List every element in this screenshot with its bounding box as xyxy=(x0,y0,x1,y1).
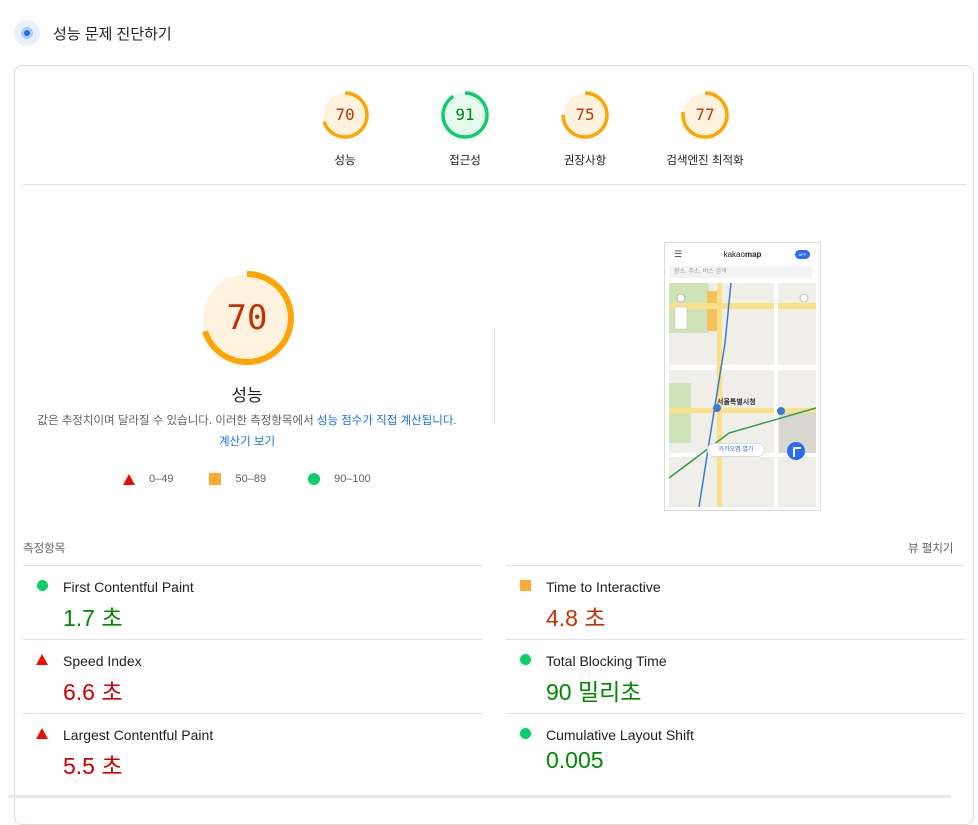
lighthouse-icon xyxy=(14,20,40,46)
score-calculation-link[interactable]: 성능 점수가 직접 계산됩니다 xyxy=(317,415,454,427)
metric-value: 90 밀리초 xyxy=(546,679,642,705)
metric-speed-index: Speed Index 6.6 초 xyxy=(23,639,482,713)
metric-lcp: Largest Contentful Paint 5.5 초 xyxy=(23,713,482,787)
gauge-score: 91 xyxy=(455,105,475,124)
metric-name: Cumulative Layout Shift xyxy=(546,727,694,743)
gauge-ring: 77 xyxy=(680,90,730,140)
calculator-link[interactable]: 계산기 보기 xyxy=(219,436,275,448)
metric-name: Total Blocking Time xyxy=(546,653,667,669)
section-header: 성능 문제 진단하기 xyxy=(14,19,172,47)
gauge-label: 접근성 xyxy=(449,155,481,167)
vertical-divider xyxy=(494,328,495,424)
legend-pass-label: 90–100 xyxy=(334,473,371,485)
gauge-label: 권장사항 xyxy=(563,155,607,167)
metric-tbt: Total Blocking Time 90 밀리초 xyxy=(506,639,965,713)
gauge-label: 검색엔진 최적화 xyxy=(666,155,744,167)
metric-value: 1.7 초 xyxy=(63,605,123,631)
open-app-button: 카카오맵 열기 xyxy=(707,443,765,457)
expand-view-button[interactable]: 뷰 펼치기 xyxy=(908,540,954,556)
page-screenshot[interactable]: ☰ kakaomap APP 장소, 주소, 버스 검색 서울특별시청 카카오맵… xyxy=(664,242,821,511)
metrics-column-left: First Contentful Paint 1.7 초 Speed Index… xyxy=(23,565,482,787)
gauge-ring: 70 xyxy=(320,90,370,140)
metrics-title: 측정항목 xyxy=(23,543,66,555)
pass-circle-icon xyxy=(520,728,531,739)
pass-circle-icon xyxy=(37,580,48,591)
performance-gauge: 70 xyxy=(199,270,295,366)
gauge-seo[interactable]: 77 검색엔진 최적화 xyxy=(645,90,765,168)
circle-icon xyxy=(308,473,321,485)
description-period: . xyxy=(453,415,457,427)
map-label: 서울특별시청 xyxy=(717,399,756,406)
metrics-column-right: Time to Interactive 4.8 초 Total Blocking… xyxy=(506,565,965,787)
section-title: 성능 문제 진단하기 xyxy=(53,25,172,43)
gauge-ring: 75 xyxy=(560,90,610,140)
metric-tti: Time to Interactive 4.8 초 xyxy=(506,565,965,639)
metric-value: 5.5 초 xyxy=(63,753,123,779)
gauge-score: 70 xyxy=(335,105,355,124)
route-icon xyxy=(787,442,805,460)
metric-name: Time to Interactive xyxy=(546,579,661,595)
gauge-ring: 91 xyxy=(440,90,490,140)
metric-name: First Contentful Paint xyxy=(63,579,194,595)
metric-value: 6.6 초 xyxy=(63,679,123,705)
app-badge: APP xyxy=(795,250,810,259)
fail-triangle-icon xyxy=(36,728,48,739)
metric-value: 4.8 초 xyxy=(546,605,606,631)
legend-average: 50–89 xyxy=(209,473,266,485)
divider xyxy=(23,184,966,185)
pass-circle-icon xyxy=(520,654,531,665)
metric-name: Speed Index xyxy=(63,653,142,669)
score-gauges: 70 성능 91 접근성 75 권장사항 77 검색엔진 최적화 xyxy=(285,90,765,168)
fail-triangle-icon xyxy=(36,654,48,665)
gauge-label: 성능 xyxy=(334,155,356,167)
metric-name: Largest Contentful Paint xyxy=(63,727,214,743)
legend-average-label: 50–89 xyxy=(235,473,267,485)
legend-pass: 90–100 xyxy=(308,473,371,485)
square-icon xyxy=(209,473,222,485)
description-text: 값은 추정치이며 달라질 수 있습니다. 이러한 측정항목에서 xyxy=(37,415,317,427)
gauge-score: 75 xyxy=(575,105,595,124)
legend-fail-label: 0–49 xyxy=(149,473,174,485)
screenshot-map: 서울특별시청 xyxy=(669,283,816,507)
score-legend: 0–49 50–89 90–100 xyxy=(123,473,407,485)
metric-cls: Cumulative Layout Shift 0.005 xyxy=(506,713,965,787)
metric-value: 0.005 xyxy=(546,747,604,773)
metric-fcp: First Contentful Paint 1.7 초 xyxy=(23,565,482,639)
triangle-icon xyxy=(123,473,135,485)
legend-fail: 0–49 xyxy=(123,473,173,485)
average-square-icon xyxy=(520,580,531,591)
screenshot-topbar: ☰ kakaomap APP xyxy=(665,249,820,263)
performance-description: 값은 추정치이며 달라질 수 있습니다. 이러한 측정항목에서 성능 점수가 직… xyxy=(37,411,457,453)
gauge-performance[interactable]: 70 성능 xyxy=(285,90,405,168)
performance-label: 성능 xyxy=(231,386,263,405)
performance-score: 70 xyxy=(226,298,268,338)
gauge-score: 77 xyxy=(695,105,715,124)
gauge-accessibility[interactable]: 91 접근성 xyxy=(405,90,525,168)
gauge-best-practices[interactable]: 75 권장사항 xyxy=(525,90,645,168)
map-graphic xyxy=(669,283,816,507)
report-card: 70 성능 91 접근성 75 권장사항 77 검색엔진 최적화 70 성능 값… xyxy=(14,65,974,825)
screenshot-search: 장소, 주소, 버스 검색 xyxy=(670,266,812,278)
